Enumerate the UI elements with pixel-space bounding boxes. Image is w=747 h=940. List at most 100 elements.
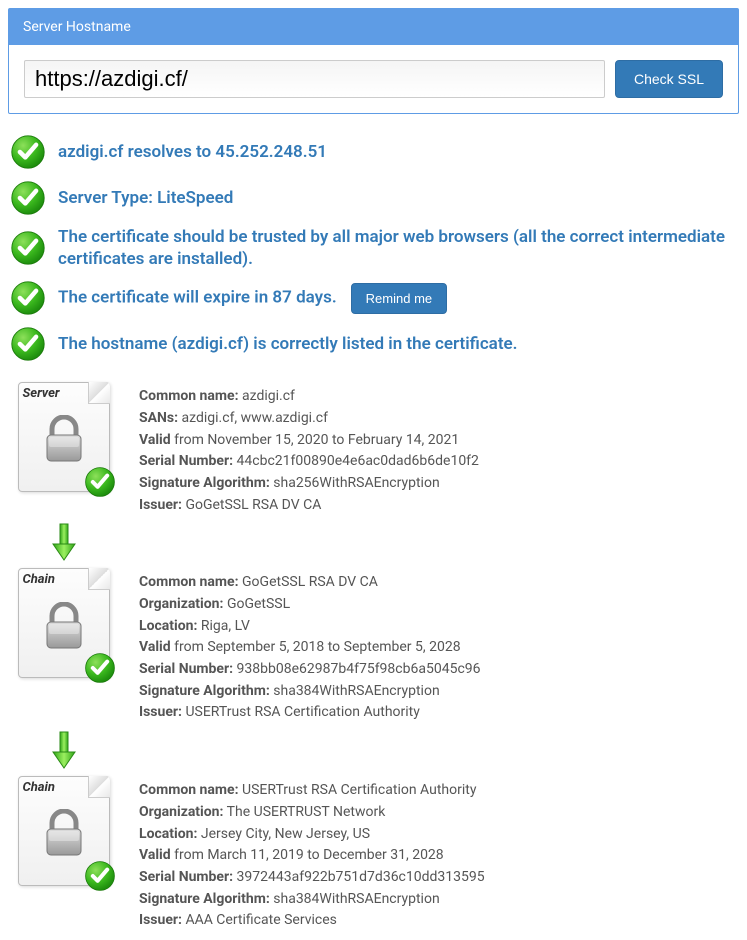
hostname-panel: Server Hostname Check SSL bbox=[8, 8, 739, 114]
lock-icon bbox=[42, 415, 86, 463]
cert-field-label: Signature Algorithm: bbox=[139, 683, 270, 699]
chain-arrow bbox=[16, 730, 111, 770]
cert-field: Serial Number: 3972443af922b751d7d36c10d… bbox=[139, 867, 485, 889]
cert-field: Issuer: USERTrust RSA Certification Auth… bbox=[139, 702, 481, 724]
cert-field-value: sha384WithRSAEncryption bbox=[273, 683, 439, 699]
cert-field: Organization: GoGetSSL bbox=[139, 594, 481, 616]
cert-field-label: Common name: bbox=[139, 388, 239, 404]
cert-field-label: Serial Number: bbox=[139, 661, 233, 677]
cert-field-value: GoGetSSL RSA DV CA bbox=[185, 497, 321, 513]
cert-field-label: Location: bbox=[139, 618, 197, 634]
arrow-down-icon bbox=[49, 522, 79, 562]
cert-field-label: SANs: bbox=[139, 410, 178, 426]
status-trusted: The certificate should be trusted by all… bbox=[10, 226, 737, 270]
cert-field-value: azdigi.cf bbox=[242, 388, 295, 404]
cert-field: Common name: USERTrust RSA Certification… bbox=[139, 780, 485, 802]
cert-field: Valid from November 15, 2020 to February… bbox=[139, 430, 479, 452]
check-badge-icon bbox=[84, 860, 116, 892]
status-text: The hostname (azdigi.cf) is correctly li… bbox=[58, 333, 518, 355]
cert-field-value: from March 11, 2019 to December 31, 2028 bbox=[174, 847, 444, 863]
check-ssl-button[interactable]: Check SSL bbox=[615, 60, 723, 98]
certificate-details: Common name: azdigi.cf SANs: azdigi.cf, … bbox=[139, 382, 479, 516]
cert-field-label: Organization: bbox=[139, 804, 223, 820]
cert-field: Signature Algorithm: sha384WithRSAEncryp… bbox=[139, 681, 481, 703]
certificate-details: Common name: GoGetSSL RSA DV CA Organiza… bbox=[139, 568, 481, 724]
cert-field-label: Signature Algorithm: bbox=[139, 475, 270, 491]
cert-field-value: sha384WithRSAEncryption bbox=[273, 891, 439, 907]
cert-field-value: sha256WithRSAEncryption bbox=[273, 475, 439, 491]
cert-field: Issuer: AAA Certificate Services bbox=[139, 910, 485, 932]
status-expire: The certificate will expire in 87 days. … bbox=[10, 280, 737, 316]
cert-field-label: Serial Number: bbox=[139, 869, 233, 885]
cert-field: Location: Jersey City, New Jersey, US bbox=[139, 824, 485, 846]
cert-type-label: Chain bbox=[23, 572, 55, 587]
cert-field-label: Signature Algorithm: bbox=[139, 891, 270, 907]
status-text: The certificate will expire in 87 days. bbox=[58, 287, 337, 307]
panel-title: Server Hostname bbox=[9, 9, 738, 45]
cert-field: Common name: azdigi.cf bbox=[139, 386, 479, 408]
cert-field: Serial Number: 938bb08e62987b4f75f98cb6a… bbox=[139, 659, 481, 681]
cert-field-value: Jersey City, New Jersey, US bbox=[201, 826, 370, 842]
cert-field: Signature Algorithm: sha384WithRSAEncryp… bbox=[139, 889, 485, 911]
cert-field-label: Valid bbox=[139, 432, 171, 448]
cert-field-value: from September 5, 2018 to September 5, 2… bbox=[174, 639, 460, 655]
certificate-block: Chain Common name: USERTrust RSA Certifi… bbox=[16, 776, 739, 932]
arrow-down-icon bbox=[49, 730, 79, 770]
cert-field-label: Valid bbox=[139, 639, 171, 655]
status-text: Server Type: LiteSpeed bbox=[58, 187, 233, 209]
check-badge-icon bbox=[84, 466, 116, 498]
cert-field-label: Valid bbox=[139, 847, 171, 863]
check-badge-icon bbox=[84, 652, 116, 684]
cert-field-value: 44cbc21f00890e4e6ac0dad6b6de10f2 bbox=[237, 453, 479, 469]
cert-field: Organization: The USERTRUST Network bbox=[139, 802, 485, 824]
cert-field-value: AAA Certificate Services bbox=[185, 912, 336, 928]
cert-field: Signature Algorithm: sha256WithRSAEncryp… bbox=[139, 473, 479, 495]
panel-body: Check SSL bbox=[9, 45, 738, 113]
status-text: azdigi.cf resolves to 45.252.248.51 bbox=[58, 141, 327, 163]
cert-field-value: 938bb08e62987b4f75f98cb6a5045c96 bbox=[237, 661, 481, 677]
cert-field-value: from November 15, 2020 to February 14, 2… bbox=[174, 432, 459, 448]
cert-field: Valid from September 5, 2018 to Septembe… bbox=[139, 637, 481, 659]
status-server-type: Server Type: LiteSpeed bbox=[10, 180, 737, 216]
cert-field-value: Riga, LV bbox=[201, 618, 250, 634]
check-icon bbox=[10, 180, 46, 216]
cert-field-value: GoGetSSL RSA DV CA bbox=[242, 574, 378, 590]
cert-field-value: USERTrust RSA Certification Authority bbox=[185, 704, 419, 720]
certificate-block: Server Common name: azdigi.cf SANs: azdi… bbox=[16, 382, 739, 516]
cert-field-value: GoGetSSL bbox=[227, 596, 290, 612]
certificate-details: Common name: USERTrust RSA Certification… bbox=[139, 776, 485, 932]
certificate-icon: Chain bbox=[18, 776, 110, 886]
cert-field-label: Common name: bbox=[139, 782, 239, 798]
cert-field-label: Common name: bbox=[139, 574, 239, 590]
certificate-icon: Chain bbox=[18, 568, 110, 678]
status-text: The certificate should be trusted by all… bbox=[58, 226, 737, 270]
status-list: azdigi.cf resolves to 45.252.248.51 Serv… bbox=[10, 134, 737, 362]
cert-field: Issuer: GoGetSSL RSA DV CA bbox=[139, 495, 479, 517]
cert-field: SANs: azdigi.cf, www.azdigi.cf bbox=[139, 408, 479, 430]
cert-type-label: Server bbox=[23, 386, 60, 401]
hostname-input[interactable] bbox=[24, 60, 605, 98]
certificate-block: Chain Common name: GoGetSSL RSA DV CA Or… bbox=[16, 568, 739, 724]
status-hostname: The hostname (azdigi.cf) is correctly li… bbox=[10, 326, 737, 362]
cert-field-value: azdigi.cf, www.azdigi.cf bbox=[182, 410, 328, 426]
cert-field: Serial Number: 44cbc21f00890e4e6ac0dad6b… bbox=[139, 451, 479, 473]
cert-field: Valid from March 11, 2019 to December 31… bbox=[139, 845, 485, 867]
chain-arrow bbox=[16, 522, 111, 562]
check-icon bbox=[10, 230, 46, 266]
check-icon bbox=[10, 326, 46, 362]
cert-field-label: Organization: bbox=[139, 596, 223, 612]
cert-field-label: Issuer: bbox=[139, 497, 182, 513]
cert-field-label: Location: bbox=[139, 826, 197, 842]
check-icon bbox=[10, 134, 46, 170]
cert-field-label: Issuer: bbox=[139, 704, 182, 720]
check-icon bbox=[10, 280, 46, 316]
certificate-icon: Server bbox=[18, 382, 110, 492]
lock-icon bbox=[42, 809, 86, 857]
status-resolves: azdigi.cf resolves to 45.252.248.51 bbox=[10, 134, 737, 170]
remind-me-button[interactable]: Remind me bbox=[351, 283, 447, 314]
cert-type-label: Chain bbox=[23, 780, 55, 795]
cert-field-label: Issuer: bbox=[139, 912, 182, 928]
cert-field: Common name: GoGetSSL RSA DV CA bbox=[139, 572, 481, 594]
cert-field: Location: Riga, LV bbox=[139, 616, 481, 638]
cert-field-label: Serial Number: bbox=[139, 453, 233, 469]
